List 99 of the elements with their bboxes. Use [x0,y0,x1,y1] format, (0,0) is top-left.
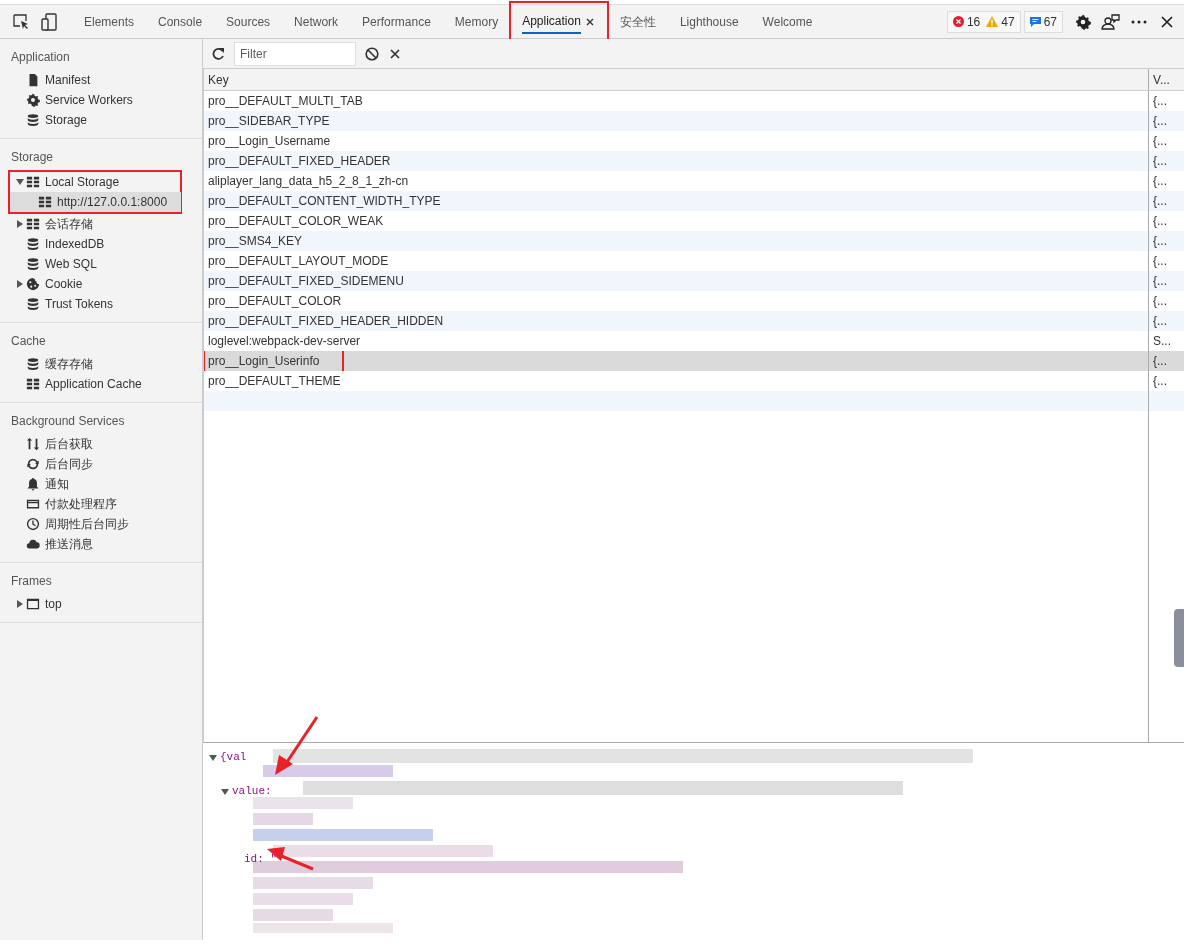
highlight-frame: pro__Login_Userinfo [204,351,344,371]
sidebar-item[interactable]: top [0,594,202,614]
sidebar-item[interactable]: Trust Tokens [0,294,202,314]
cloud-icon [26,537,40,551]
table-cell[interactable]: pro__DEFAULT_THEME [204,371,1148,391]
table-cell[interactable]: pro__DEFAULT_LAYOUT_MODE [204,251,1148,271]
message-count: 67 [1043,13,1057,31]
sidebar-item[interactable]: IndexedDB [0,234,202,254]
tab[interactable]: Memory [442,4,511,39]
sidebar-item[interactable]: Web SQL [0,254,202,274]
filter-field[interactable]: Filter [234,41,356,66]
sidebar-item[interactable]: Cookie [0,274,202,294]
table-icon [26,377,40,391]
table-cell[interactable]: pro__DEFAULT_COLOR [204,291,1148,311]
delete-icon[interactable] [388,46,402,61]
card-icon [26,497,40,511]
sidebar-item[interactable]: Storage [0,110,202,130]
clock-icon [26,517,40,531]
gear-icon [26,93,40,107]
refresh-icon[interactable] [211,46,225,61]
table-cell[interactable]: pro__DEFAULT_FIXED_HEADER [204,151,1148,171]
table-cell[interactable]: {... [1148,351,1184,371]
section-heading: Storage [10,149,55,166]
database-icon [26,237,40,251]
tab[interactable]: Sources [214,4,283,39]
tree-key: value: [232,783,272,800]
sidebar-item[interactable]: Local Storage [10,172,180,192]
column-header[interactable]: V... [1148,69,1184,90]
database-icon [26,257,40,271]
sidebar-item[interactable]: 缓存存储 [0,354,202,374]
sidebar-item[interactable]: Manifest [0,70,202,90]
sidebar-item[interactable]: 会话存储 [0,214,202,234]
tab[interactable]: Welcome [750,4,825,39]
sidebar-item[interactable]: 通知 [0,474,202,494]
sidebar-item[interactable]: 周期性后台同步 [0,514,202,534]
table-icon [26,217,40,231]
tab[interactable]: Network [282,4,351,39]
table-cell[interactable]: {... [1148,231,1184,251]
table-cell[interactable]: pro__DEFAULT_FIXED_SIDEMENU [204,271,1148,291]
tab[interactable]: Performance [350,4,443,39]
tab[interactable]: 安全性 [607,4,668,39]
table-cell[interactable]: {... [1148,271,1184,291]
table-cell[interactable]: pro__DEFAULT_MULTI_TAB [204,91,1148,111]
warning-count: 47 [1001,13,1015,31]
tab[interactable]: Console [146,4,215,39]
table-cell[interactable]: pro__DEFAULT_CONTENT_WIDTH_TYPE [204,191,1148,211]
table-cell[interactable]: loglevel:webpack-dev-server [204,331,1148,351]
window-icon [26,597,40,611]
expanded-caret-icon[interactable] [16,178,24,186]
sidebar-item[interactable]: 后台同步 [0,454,202,474]
tree-key: {val [220,749,247,766]
up-down-arrows-icon [26,437,40,451]
message-icon [1029,16,1041,27]
section-heading: Frames [10,573,53,590]
collapsed-caret-icon[interactable] [16,600,24,608]
bell-icon [26,477,40,491]
sidebar-item[interactable]: Application Cache [0,374,202,394]
table-icon [26,175,40,189]
cookie-icon [26,277,40,291]
sync-icon [26,457,40,471]
database-icon [26,113,40,127]
sidebar-item[interactable]: Service Workers [0,90,202,110]
section-heading: Background Services [10,413,126,430]
table-cell[interactable]: {... [1148,191,1184,211]
error-icon [952,16,964,27]
message-counter[interactable]: 67 [1023,10,1063,33]
table-cell[interactable]: {... [1148,151,1184,171]
database-icon [26,357,40,371]
sidebar-item[interactable]: 推送消息 [0,534,202,554]
column-header[interactable]: Key [204,69,1148,90]
collapsed-caret-icon[interactable] [16,280,24,288]
table-cell[interactable]: pro__DEFAULT_FIXED_HEADER_HIDDEN [204,311,1148,331]
table-cell[interactable]: pro__SIDEBAR_TYPE [204,111,1148,131]
table-cell[interactable]: aliplayer_lang_data_h5_2_8_1_zh-cn [204,171,1148,191]
section-heading: Cache [10,333,47,350]
collapsed-caret-icon[interactable] [16,220,24,228]
sidebar-item[interactable]: 后台获取 [0,434,202,454]
tab[interactable]: Application [510,1,608,42]
table-cell[interactable]: pro__Login_Username [204,131,1148,151]
table-cell[interactable]: {... [1148,311,1184,331]
error-count: 16 [966,13,981,31]
expanded-caret-icon[interactable] [209,753,217,762]
issue-counter[interactable]: 16 47 [946,10,1021,33]
sidebar-item[interactable]: 付款处理程序 [0,494,202,514]
sidebar-item[interactable]: http://127.0.0.1:8000 [10,192,181,212]
expanded-caret-icon[interactable] [221,787,229,796]
database-icon [26,297,40,311]
clear-all-icon[interactable] [365,46,379,61]
table-cell[interactable]: pro__DEFAULT_COLOR_WEAK [204,211,1148,231]
table-cell[interactable]: pro__Login_Userinfo [204,351,1148,371]
table-cell[interactable]: {... [1148,111,1184,131]
table-icon [38,195,52,209]
tab[interactable]: Lighthouse [667,4,751,39]
panel-handle[interactable] [1174,609,1184,667]
device-icon[interactable] [38,10,60,33]
section-heading: Application [10,49,71,66]
warning-icon [986,16,999,27]
tab[interactable]: Elements [72,4,147,39]
table-cell[interactable]: pro__SMS4_KEY [204,231,1148,251]
